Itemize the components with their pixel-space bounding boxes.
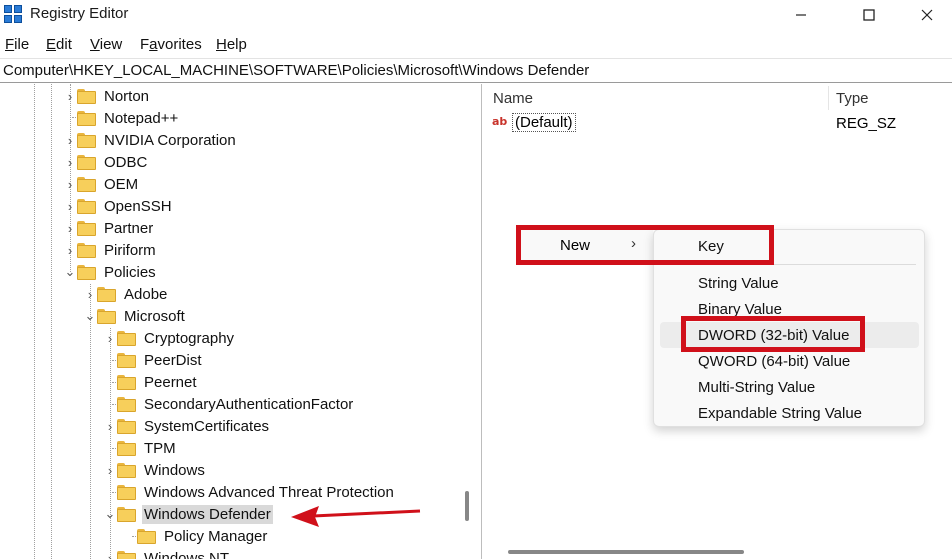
chevron-right-icon[interactable]: ›	[63, 129, 77, 151]
folder-icon	[117, 550, 136, 559]
tree-item-policy-manager[interactable]: Policy Manager	[123, 525, 269, 547]
folder-icon	[117, 352, 136, 368]
tree-item-tpm[interactable]: TPM	[103, 437, 178, 459]
menu-view[interactable]: View	[90, 36, 122, 53]
chevron-right-icon[interactable]: ›	[63, 239, 77, 261]
chevron-right-icon[interactable]: ›	[63, 173, 77, 195]
string-value-icon: ab	[492, 115, 508, 128]
folder-icon	[77, 264, 96, 280]
chevron-right-icon[interactable]: ›	[63, 195, 77, 217]
tree-item-nvidia[interactable]: › NVIDIA Corporation	[63, 129, 238, 151]
tree-item-partner[interactable]: › Partner	[63, 217, 155, 239]
tree-item-microsoft[interactable]: ⌄ Microsoft	[83, 305, 187, 327]
folder-icon	[97, 286, 116, 302]
tree-item-windows-defender[interactable]: ⌄ Windows Defender	[103, 503, 273, 525]
folder-icon	[77, 176, 96, 192]
submenu-expandable-string-value[interactable]: Expandable String Value	[698, 405, 862, 422]
menu-bar: File Edit View Favorites Help	[0, 33, 952, 55]
tree-item-windows-nt[interactable]: › Windows NT	[103, 547, 231, 559]
folder-icon	[77, 220, 96, 236]
chevron-right-icon[interactable]: ›	[103, 459, 117, 481]
menu-edit[interactable]: Edit	[46, 36, 72, 53]
folder-icon	[117, 462, 136, 478]
chevron-down-icon[interactable]: ⌄	[103, 503, 117, 525]
folder-icon	[117, 484, 136, 500]
column-header-name[interactable]: Name	[493, 90, 533, 107]
annotation-box-new-key	[516, 225, 774, 265]
minimize-icon	[796, 14, 806, 16]
folder-icon	[77, 88, 96, 104]
menu-help[interactable]: Help	[216, 36, 247, 53]
folder-icon	[117, 374, 136, 390]
folder-icon	[137, 528, 156, 544]
tree-item-system-certificates[interactable]: › SystemCertificates	[103, 415, 271, 437]
chevron-down-icon[interactable]: ⌄	[63, 261, 77, 283]
address-path[interactable]: Computer\HKEY_LOCAL_MACHINE\SOFTWARE\Pol…	[3, 62, 589, 79]
chevron-right-icon[interactable]: ›	[63, 151, 77, 173]
tree-item-peerdist[interactable]: PeerDist	[103, 349, 204, 371]
tree-item-windows[interactable]: › Windows	[103, 459, 207, 481]
submenu-string-value[interactable]: String Value	[698, 275, 779, 292]
tree-item-odbc[interactable]: › ODBC	[63, 151, 149, 173]
submenu-multi-string-value[interactable]: Multi-String Value	[698, 379, 815, 396]
tree-item-norton[interactable]: › Norton	[63, 85, 151, 107]
folder-icon	[77, 110, 96, 126]
tree-item-openssh[interactable]: › OpenSSH	[63, 195, 174, 217]
folder-icon	[77, 198, 96, 214]
close-icon	[921, 9, 933, 21]
column-header-type[interactable]: Type	[836, 90, 869, 107]
key-tree-pane[interactable]: › Norton Notepad++ › NVIDIA Corporation …	[0, 84, 482, 559]
chevron-right-icon[interactable]: ›	[103, 415, 117, 437]
folder-icon	[117, 396, 136, 412]
tree-item-cryptography[interactable]: › Cryptography	[103, 327, 236, 349]
horizontal-scrollbar[interactable]	[508, 550, 744, 554]
chevron-right-icon[interactable]: ›	[83, 283, 97, 305]
folder-icon	[117, 418, 136, 434]
folder-icon	[97, 308, 116, 324]
maximize-button[interactable]	[846, 0, 892, 30]
value-row-type: REG_SZ	[836, 115, 897, 132]
tree-item-policies[interactable]: ⌄ Policies	[63, 261, 158, 283]
annotation-arrow-icon	[291, 506, 421, 527]
tree-item-peernet[interactable]: Peernet	[103, 371, 199, 393]
value-row-name[interactable]: (Default)	[512, 113, 576, 132]
tree-item-adobe[interactable]: › Adobe	[83, 283, 169, 305]
minimize-button[interactable]	[778, 0, 824, 30]
chevron-right-icon[interactable]: ›	[103, 547, 117, 559]
title-bar: Registry Editor	[0, 0, 952, 30]
folder-icon	[77, 154, 96, 170]
chevron-right-icon[interactable]: ›	[103, 327, 117, 349]
registry-editor-icon	[4, 5, 23, 24]
maximize-icon	[863, 9, 875, 21]
menu-favorites[interactable]: Favorites	[140, 36, 202, 53]
chevron-right-icon[interactable]: ›	[63, 217, 77, 239]
column-divider[interactable]	[828, 86, 829, 110]
annotation-box-dword	[681, 316, 865, 352]
folder-icon	[77, 242, 96, 258]
tree-item-secondary-auth-factor[interactable]: SecondaryAuthenticationFactor	[103, 393, 355, 415]
submenu-qword-value[interactable]: QWORD (64-bit) Value	[698, 353, 850, 370]
folder-icon	[117, 506, 136, 522]
close-button[interactable]	[904, 0, 950, 30]
folder-icon	[77, 132, 96, 148]
menu-file[interactable]: File	[5, 36, 29, 53]
tree-item-oem[interactable]: › OEM	[63, 173, 140, 195]
tree-item-notepadpp[interactable]: Notepad++	[63, 107, 180, 129]
folder-icon	[117, 440, 136, 456]
window-title: Registry Editor	[30, 5, 129, 22]
tree-item-piriform[interactable]: › Piriform	[63, 239, 158, 261]
chevron-right-icon[interactable]: ›	[63, 85, 77, 107]
tree-scrollbar[interactable]	[465, 491, 469, 521]
folder-icon	[117, 330, 136, 346]
address-bar[interactable]: Computer\HKEY_LOCAL_MACHINE\SOFTWARE\Pol…	[0, 58, 952, 83]
chevron-down-icon[interactable]: ⌄	[83, 305, 97, 327]
